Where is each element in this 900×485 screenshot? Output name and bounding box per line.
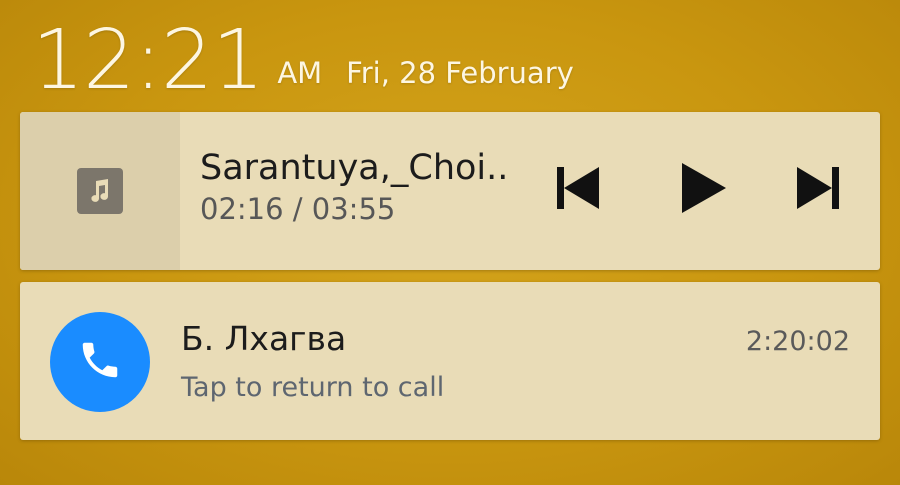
- caller-name: Б. Лхагва: [181, 319, 347, 358]
- clock-date: Fri, 28 February: [346, 56, 574, 90]
- media-notification[interactable]: Sarantuya,_Choi.. 02:16 / 03:55: [20, 112, 880, 270]
- skip-next-icon: [795, 165, 841, 215]
- play-icon: [680, 162, 726, 218]
- phone-icon: [77, 337, 123, 387]
- call-timer: 2:20:02: [745, 326, 850, 357]
- call-subtitle: Tap to return to call: [181, 372, 445, 403]
- next-button[interactable]: [788, 160, 848, 220]
- play-button[interactable]: [673, 160, 733, 220]
- call-avatar: [50, 312, 150, 412]
- skip-previous-icon: [555, 165, 601, 215]
- previous-button[interactable]: [548, 160, 608, 220]
- track-title: Sarantuya,_Choi..: [200, 148, 509, 188]
- media-info: Sarantuya,_Choi.. 02:16 / 03:55: [200, 146, 508, 228]
- lockscreen-clock: 12:21 AM Fri, 28 February: [32, 0, 574, 102]
- music-note-icon: [77, 168, 123, 214]
- album-art: [20, 112, 180, 270]
- track-progress: 02:16 / 03:55: [200, 192, 396, 226]
- call-notification[interactable]: Б. Лхагва Tap to return to call 2:20:02: [20, 282, 880, 440]
- clock-time: 12:21: [32, 13, 264, 108]
- clock-ampm: AM: [277, 56, 323, 90]
